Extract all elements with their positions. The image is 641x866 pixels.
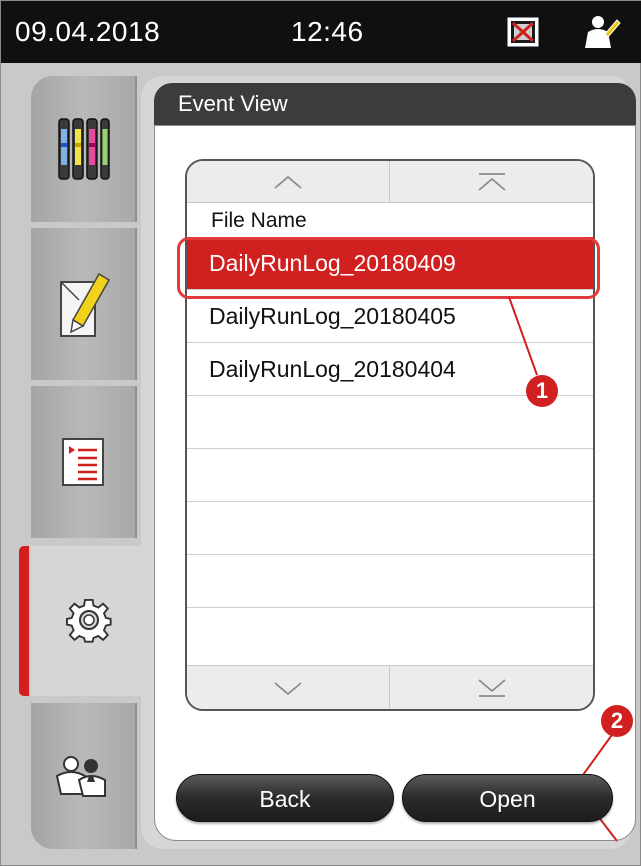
- panel-title: Event View: [178, 91, 288, 116]
- scroll-to-bottom-button[interactable]: [390, 666, 593, 709]
- status-date: 09.04.2018: [15, 16, 161, 47]
- list-item: [187, 555, 593, 608]
- list-scroll-header: [187, 161, 593, 203]
- sidebar-item-programs[interactable]: [31, 386, 137, 538]
- chevron-down-icon: [274, 681, 302, 695]
- selection-highlight-frame: [177, 237, 600, 299]
- users-icon: [55, 756, 106, 797]
- chevron-bottom-icon: [477, 678, 506, 697]
- column-header-file-name: File Name: [211, 209, 307, 232]
- panel-title-bar: Event View: [154, 83, 636, 125]
- file-rows: DailyRunLog_20180409 DailyRunLog_2018040…: [187, 237, 593, 661]
- sidebar-item-users[interactable]: [31, 703, 137, 849]
- list-item: [187, 502, 593, 555]
- scroll-down-button[interactable]: [187, 666, 390, 709]
- callout-marker-2: 2: [601, 705, 633, 737]
- chevron-top-icon: [477, 172, 506, 191]
- edit-note-icon: [60, 272, 111, 337]
- list-item: [187, 449, 593, 502]
- chevron-up-icon: [274, 175, 302, 189]
- status-time: 12:46: [291, 16, 364, 47]
- back-button[interactable]: Back: [176, 774, 394, 822]
- callout-marker-1: 1: [526, 375, 558, 407]
- program-list-icon: [62, 438, 104, 486]
- sidebar-item-settings[interactable]: [31, 546, 151, 696]
- sidebar-selection-indicator: [19, 546, 29, 696]
- reagent-vials-icon: [58, 118, 110, 180]
- sidebar-item-edit[interactable]: [31, 228, 137, 380]
- gear-icon: [65, 598, 112, 643]
- status-bar: 09.04.2018 12:46: [1, 1, 641, 63]
- scroll-to-top-button[interactable]: [390, 161, 593, 202]
- list-item-label: DailyRunLog_20180404: [209, 356, 456, 382]
- device-screen: 09.04.2018 12:46 Event View File Name Da…: [0, 0, 641, 866]
- user-icon[interactable]: [583, 14, 621, 50]
- network-error-icon[interactable]: [507, 17, 539, 47]
- list-item: [187, 608, 593, 661]
- scroll-up-button[interactable]: [187, 161, 390, 202]
- list-scroll-footer: [187, 665, 593, 709]
- list-item-label: DailyRunLog_20180405: [209, 303, 456, 329]
- open-button[interactable]: Open: [402, 774, 613, 822]
- sidebar-item-reagents[interactable]: [31, 76, 137, 222]
